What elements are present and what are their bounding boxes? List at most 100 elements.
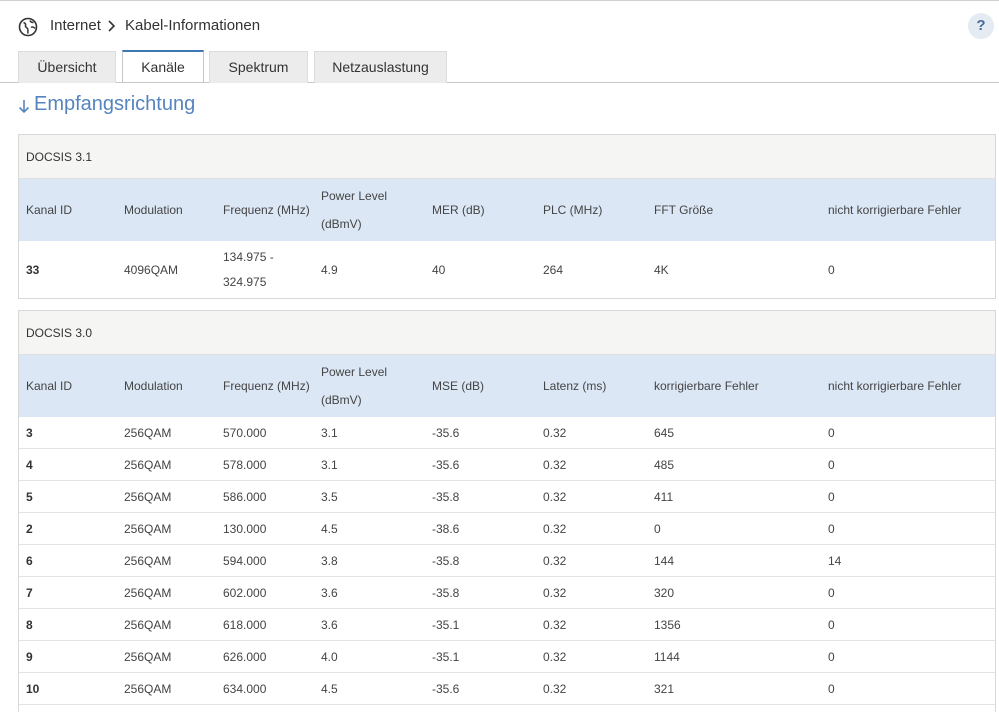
- breadcrumb-current: Kabel-Informationen: [125, 17, 261, 34]
- col-power-unit: (dBmV): [321, 393, 362, 407]
- cell-kanal-id: 10: [26, 682, 40, 696]
- cell-power-level: 3.5: [321, 490, 338, 504]
- cell-kanal-id: 5: [26, 490, 33, 504]
- cell-power-level: 3.6: [321, 618, 338, 632]
- cell-mse: -38.6: [432, 522, 460, 536]
- cell-nicht-korrigierbar: 0: [828, 490, 835, 504]
- section-title: Empfangsrichtung: [34, 93, 196, 115]
- cell-latenz: 0.32: [543, 426, 567, 440]
- cell-mse: -35.1: [432, 618, 460, 632]
- cell-korrigierbar: 1144: [654, 650, 680, 664]
- col-modulation: Modulation: [124, 379, 183, 393]
- cell-modulation: 256QAM: [124, 458, 172, 472]
- col-kanal-id: Kanal ID: [26, 379, 73, 393]
- cell-power-level: 4.5: [321, 522, 338, 536]
- table-row: 10 256QAM 634.000 4.5 -35.6 0.32 321 0: [19, 673, 995, 705]
- cell-frequenz: 578.000: [223, 458, 267, 472]
- cell-kanal-id: 9: [26, 650, 33, 664]
- table-row: 5 256QAM 586.000 3.5 -35.8 0.32 411 0: [19, 481, 995, 513]
- col-korrigierbar: korrigierbare Fehler: [654, 379, 759, 393]
- cell-modulation: 256QAM: [124, 586, 172, 600]
- cell-nicht-korrigierbar: 0: [828, 458, 835, 472]
- breadcrumb-internet[interactable]: Internet: [50, 17, 101, 34]
- cell-frequenz: 570.000: [223, 426, 267, 440]
- cell-latenz: 0.32: [543, 650, 567, 664]
- cell-latenz: 0.32: [543, 522, 567, 536]
- cell-fft: 4K: [654, 263, 669, 277]
- col-modulation: Modulation: [124, 203, 183, 217]
- tab-uebersicht[interactable]: Übersicht: [18, 51, 116, 83]
- cell-frequenz: 130.000: [223, 522, 267, 536]
- table-header: Kanal ID Modulation Frequenz (MHz) Power…: [19, 179, 995, 241]
- cell-modulation: 256QAM: [124, 426, 172, 440]
- tab-netzauslastung[interactable]: Netzauslastung: [314, 51, 447, 83]
- col-nicht-korrigierbar: nicht korrigierbare Fehler: [828, 203, 962, 217]
- top-bar: Internet Kabel-Informationen ?: [0, 0, 999, 50]
- cell-korrigierbar: 411: [654, 490, 674, 504]
- cell-mse: -35.8: [432, 586, 460, 600]
- col-frequenz: Frequenz (MHz): [223, 379, 310, 393]
- cell-mse: -35.8: [432, 554, 460, 568]
- cell-nicht-korrigierbar: 0: [828, 682, 835, 696]
- cell-latenz: 0.32: [543, 682, 567, 696]
- cell-nicht-korrigierbar: 0: [828, 426, 835, 440]
- cell-latenz: 0.32: [543, 586, 567, 600]
- cell-modulation: 256QAM: [124, 682, 172, 696]
- cell-power-level: 4.9: [321, 263, 338, 277]
- cell-kanal-id: 2: [26, 522, 33, 536]
- cell-power-level: 4.5: [321, 682, 338, 696]
- cell-kanal-id: 33: [26, 263, 40, 277]
- cell-mse: -35.8: [432, 490, 460, 504]
- col-mer: MER (dB): [432, 203, 485, 217]
- tab-kanaele[interactable]: Kanäle: [122, 50, 204, 83]
- cell-frequenz: 618.000: [223, 618, 267, 632]
- col-frequenz: Frequenz (MHz): [223, 203, 310, 217]
- col-latenz: Latenz (ms): [543, 379, 607, 393]
- cell-plc: 264: [543, 263, 564, 277]
- cell-modulation: 4096QAM: [124, 263, 179, 277]
- cell-nicht-korrigierbar: 0: [828, 650, 835, 664]
- chevron-right-icon: [108, 20, 116, 32]
- tab-spektrum[interactable]: Spektrum: [209, 51, 308, 83]
- cell-nicht-korrigierbar: 0: [828, 263, 835, 277]
- cell-kanal-id: 7: [26, 586, 33, 600]
- table-row: 9 256QAM 626.000 4.0 -35.1 0.32 1144 0: [19, 641, 995, 673]
- cell-power-level: 4.0: [321, 650, 338, 664]
- table-row: 2 256QAM 130.000 4.5 -38.6 0.32 0 0: [19, 513, 995, 545]
- cell-modulation: 256QAM: [124, 650, 172, 664]
- cell-modulation: 256QAM: [124, 554, 172, 568]
- table-row: 3 256QAM 570.000 3.1 -35.6 0.32 645 0: [19, 417, 995, 449]
- cell-nicht-korrigierbar: 14: [828, 554, 842, 568]
- cell-power-level: 3.6: [321, 586, 338, 600]
- cell-latenz: 0.32: [543, 458, 567, 472]
- cell-korrigierbar: 485: [654, 458, 675, 472]
- cell-korrigierbar: 321: [654, 682, 675, 696]
- cell-mse: -35.6: [432, 426, 460, 440]
- cell-nicht-korrigierbar: 0: [828, 618, 835, 632]
- cell-power-level: 3.1: [321, 426, 338, 440]
- table-row: 33 4096QAM 134.975 - 324.975 4.9 40 264 …: [19, 241, 995, 298]
- arrow-down-icon: [18, 100, 30, 114]
- col-fft: FFT Größe: [654, 203, 714, 217]
- globe-icon: [18, 17, 38, 37]
- cell-latenz: 0.32: [543, 618, 567, 632]
- cell-power-level: 3.8: [321, 554, 338, 568]
- cell-mse: -35.1: [432, 650, 460, 664]
- cell-modulation: 256QAM: [124, 490, 172, 504]
- cell-korrigierbar: 645: [654, 426, 675, 440]
- cell-frequenz: 634.000: [223, 682, 267, 696]
- cell-frequenz-start: 134.975 -: [223, 250, 274, 264]
- table-header: Kanal ID Modulation Frequenz (MHz) Power…: [19, 355, 995, 417]
- cell-power-level: 3.1: [321, 458, 338, 472]
- cell-korrigierbar: 0: [654, 522, 661, 536]
- tab-bar: Übersicht Kanäle Spektrum Netzauslastung: [0, 50, 999, 83]
- col-plc: PLC (MHz): [543, 203, 603, 217]
- cell-mer: 40: [432, 263, 446, 277]
- col-nicht-korrigierbar: nicht korrigierbare Fehler: [828, 379, 962, 393]
- cell-latenz: 0.32: [543, 490, 567, 504]
- cell-frequenz-end: 324.975: [223, 275, 267, 289]
- table-row: 4 256QAM 578.000 3.1 -35.6 0.32 485 0: [19, 449, 995, 481]
- help-button[interactable]: ?: [968, 13, 994, 39]
- cell-kanal-id: 4: [26, 458, 33, 472]
- cell-kanal-id: 8: [26, 618, 33, 632]
